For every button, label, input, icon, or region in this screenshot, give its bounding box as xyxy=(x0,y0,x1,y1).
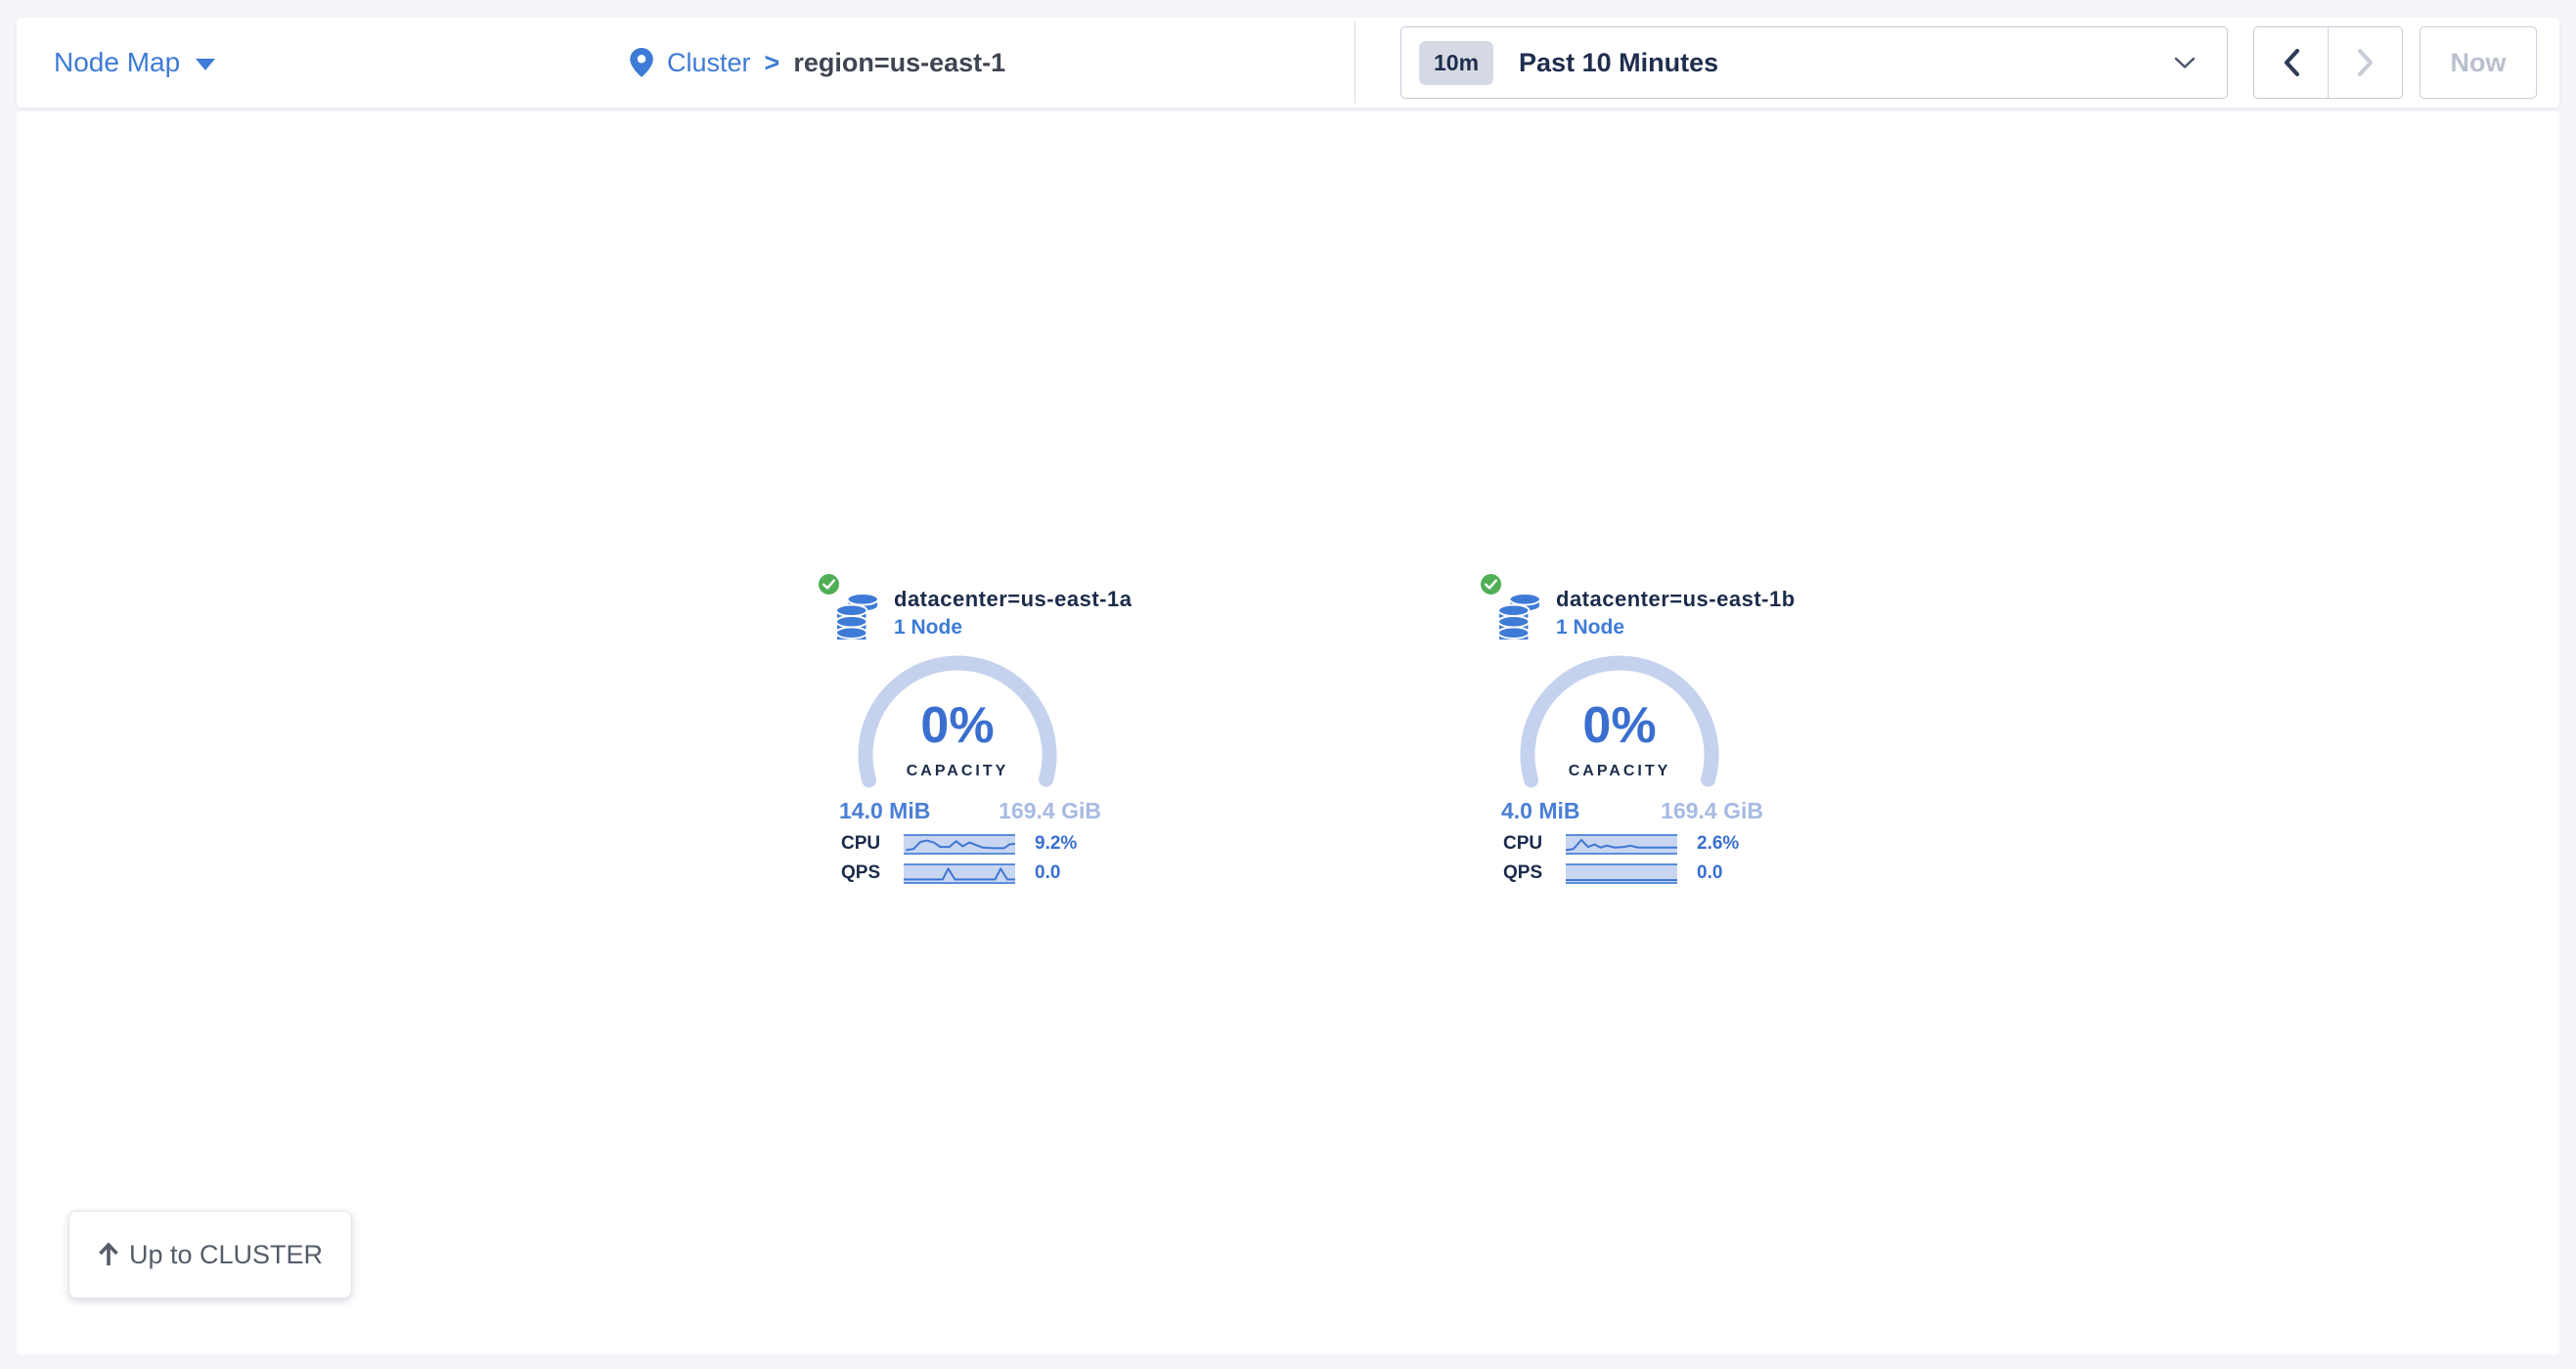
cpu-metric-row: CPU 9.2% xyxy=(841,833,1077,855)
chevron-left-icon xyxy=(2283,48,2300,77)
cpu-value: 2.6% xyxy=(1697,833,1739,855)
node-map-page: Node Map Cluster > region=us-east-1 10m … xyxy=(0,0,2576,1369)
qps-value: 0.0 xyxy=(1697,862,1722,884)
qps-sparkline xyxy=(1566,863,1677,884)
qps-sparkline xyxy=(904,863,1015,884)
up-to-cluster-button[interactable]: Up to CLUSTER xyxy=(68,1211,352,1299)
node-map-canvas xyxy=(17,111,2559,1354)
capacity-used: 4.0 MiB xyxy=(1501,798,1580,824)
capacity-gauge xyxy=(1517,652,1722,858)
database-stack-icon xyxy=(835,593,880,640)
view-selector-label: Node Map xyxy=(54,47,180,78)
capacity-used: 14.0 MiB xyxy=(839,798,930,824)
capacity-total: 169.4 GiB xyxy=(999,798,1101,824)
capacity-total: 169.4 GiB xyxy=(1661,798,1763,824)
time-next-button[interactable] xyxy=(2328,27,2402,98)
chevron-down-icon xyxy=(2174,57,2196,69)
locality-title: datacenter=us-east-1b xyxy=(1556,587,1796,612)
breadcrumb-separator: > xyxy=(765,48,780,78)
cpu-sparkline xyxy=(1566,834,1677,855)
cpu-sparkline xyxy=(904,834,1015,855)
cpu-label: CPU xyxy=(1503,833,1548,855)
cpu-label: CPU xyxy=(841,833,886,855)
time-range-dropdown[interactable]: 10m Past 10 Minutes xyxy=(1400,26,2228,99)
qps-metric-row: QPS 0.0 xyxy=(1503,862,1722,884)
qps-metric-row: QPS 0.0 xyxy=(841,862,1060,884)
caret-down-icon xyxy=(196,59,215,70)
location-pin-icon xyxy=(630,48,653,77)
header-bar: Node Map Cluster > region=us-east-1 10m … xyxy=(17,18,2559,108)
time-range-badge: 10m xyxy=(1419,41,1493,85)
capacity-values: 14.0 MiB 169.4 GiB xyxy=(839,798,1101,824)
breadcrumb-current: region=us-east-1 xyxy=(793,48,1005,78)
locality-card-us-east-1a[interactable]: datacenter=us-east-1a 1 Node 0% CAPACITY… xyxy=(812,567,1134,905)
cpu-metric-row: CPU 2.6% xyxy=(1503,833,1739,855)
time-range-label: Past 10 Minutes xyxy=(1519,48,1718,78)
capacity-gauge xyxy=(855,652,1060,858)
time-prev-button[interactable] xyxy=(2254,27,2328,98)
locality-node-count: 1 Node xyxy=(1556,616,1624,640)
qps-label: QPS xyxy=(1503,862,1548,884)
locality-node-count: 1 Node xyxy=(894,616,962,640)
locality-title: datacenter=us-east-1a xyxy=(894,587,1132,612)
database-stack-icon xyxy=(1497,593,1542,640)
qps-value: 0.0 xyxy=(1035,862,1060,884)
up-arrow-icon xyxy=(98,1242,119,1267)
capacity-values: 4.0 MiB 169.4 GiB xyxy=(1501,798,1763,824)
up-to-cluster-label: Up to CLUSTER xyxy=(129,1240,323,1270)
chevron-right-icon xyxy=(2357,48,2375,77)
locality-card-us-east-1b[interactable]: datacenter=us-east-1b 1 Node 0% CAPACITY… xyxy=(1474,567,1797,905)
qps-label: QPS xyxy=(841,862,886,884)
now-button[interactable]: Now xyxy=(2420,26,2537,99)
cpu-value: 9.2% xyxy=(1035,833,1077,855)
view-selector-dropdown[interactable]: Node Map xyxy=(54,18,215,108)
time-nav-group xyxy=(2253,26,2403,99)
breadcrumb-cluster-link[interactable]: Cluster xyxy=(667,48,751,78)
breadcrumb: Cluster > region=us-east-1 xyxy=(630,18,1005,108)
